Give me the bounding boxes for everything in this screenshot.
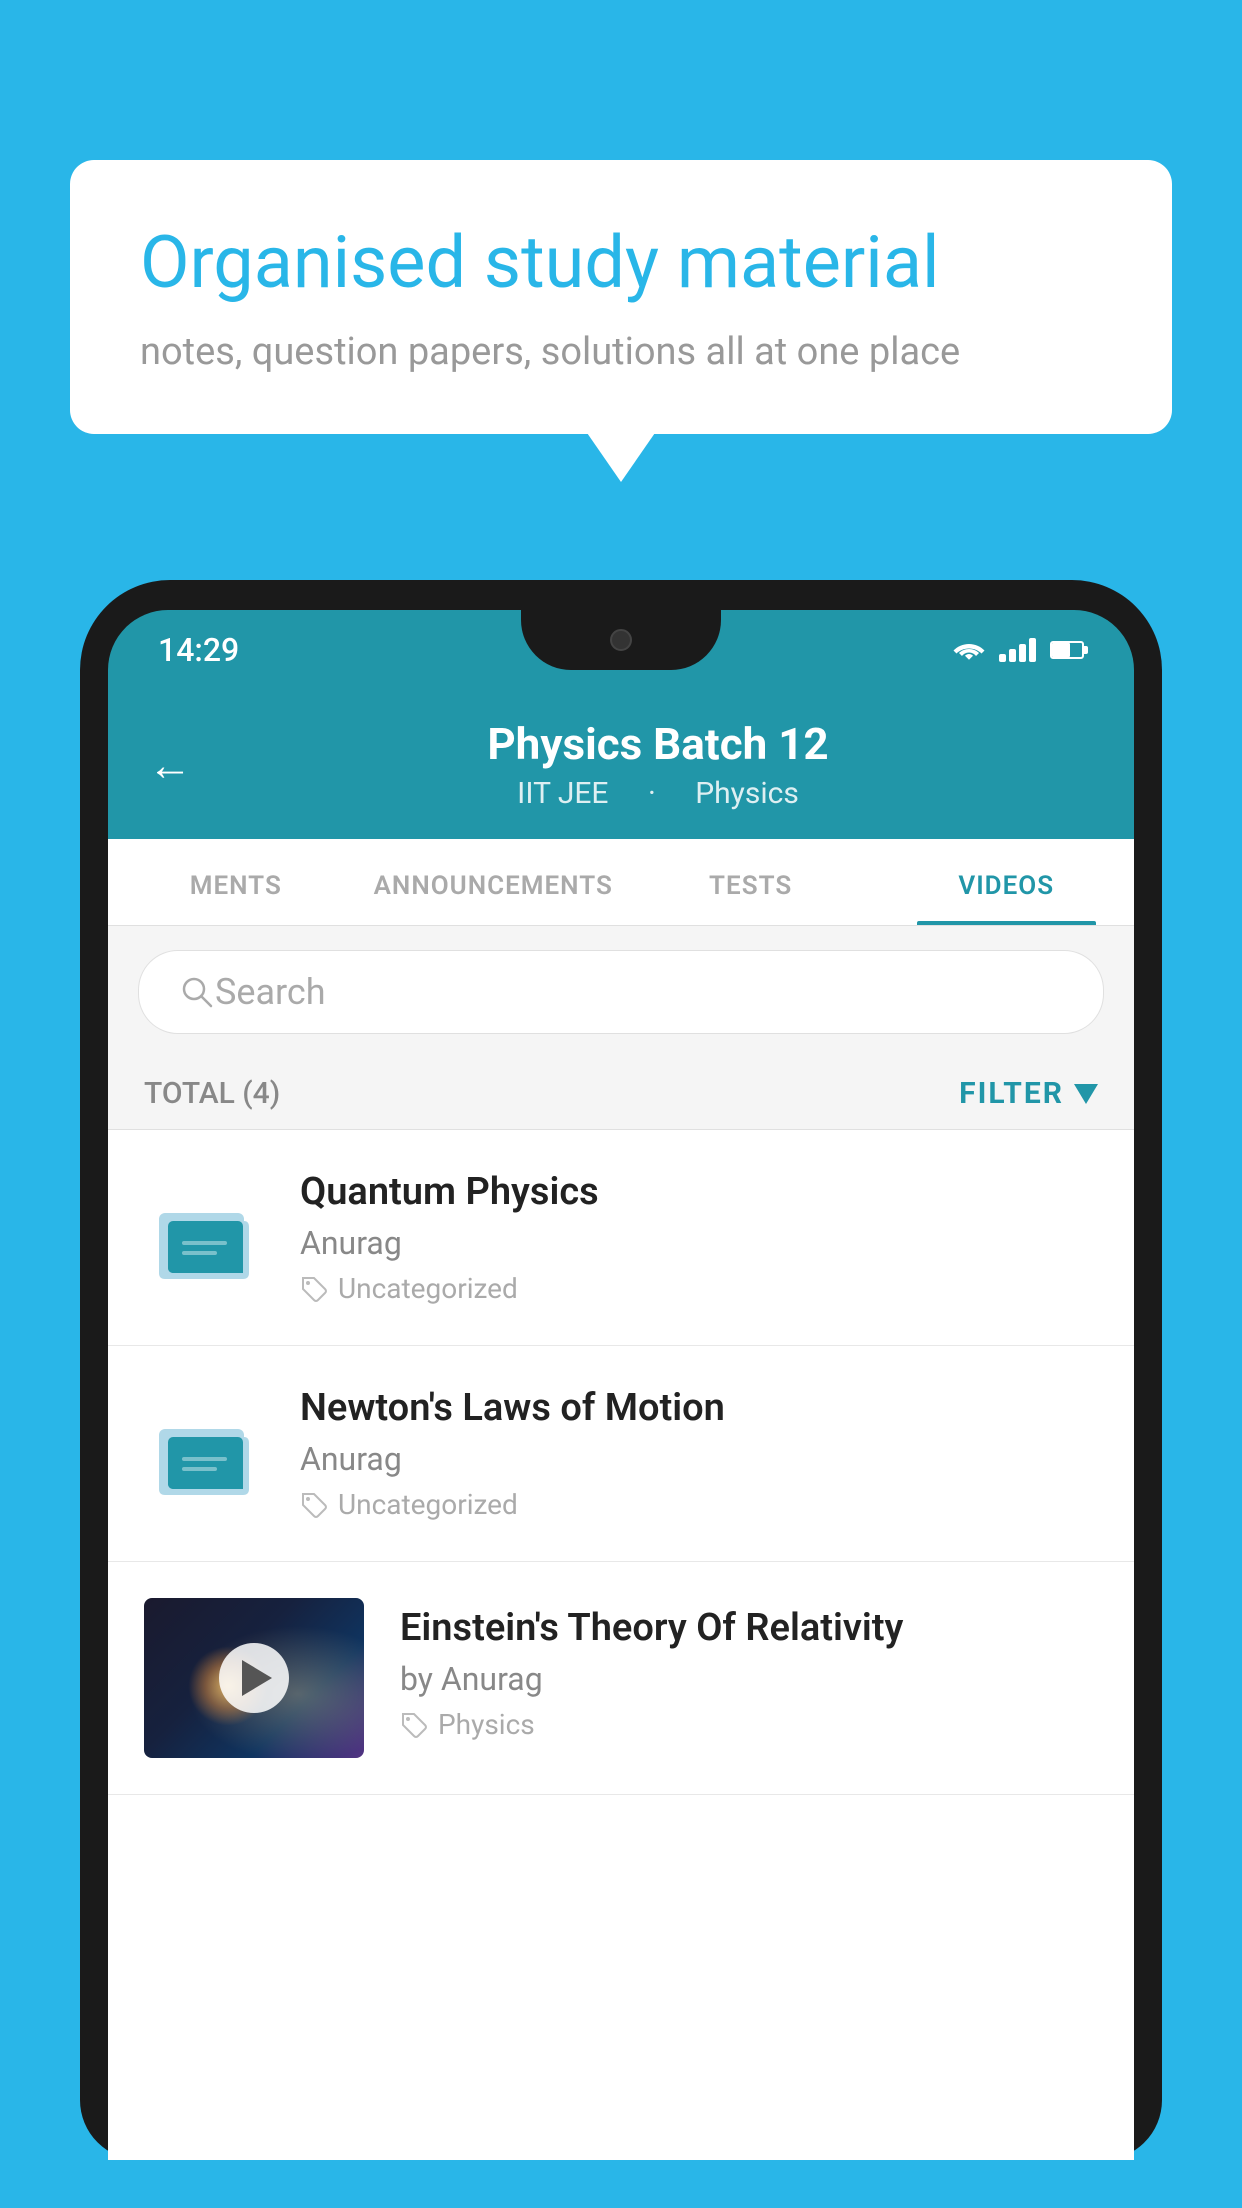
- tag-icon-einstein: [400, 1711, 428, 1739]
- filter-row: TOTAL (4) FILTER: [108, 1058, 1134, 1130]
- status-time: 14:29: [158, 631, 239, 669]
- search-placeholder: Search: [215, 971, 326, 1013]
- search-icon: [179, 974, 215, 1010]
- status-bar: 14:29: [108, 610, 1134, 690]
- einstein-thumbnail: [144, 1598, 364, 1758]
- einstein-author: by Anurag: [400, 1660, 1098, 1698]
- wifi-icon: [953, 638, 985, 662]
- video-info-einstein: Einstein's Theory Of Relativity by Anura…: [400, 1598, 1098, 1741]
- tab-ments[interactable]: MENTS: [108, 839, 364, 925]
- video-item-newton[interactable]: Newton's Laws of Motion Anurag Uncategor…: [108, 1346, 1134, 1562]
- app-header: ← Physics Batch 12 IIT JEE · Physics: [108, 690, 1134, 839]
- phone-outer: 14:29: [80, 580, 1162, 2160]
- back-button[interactable]: ←: [148, 739, 192, 791]
- app-screen: ← Physics Batch 12 IIT JEE · Physics MEN…: [108, 690, 1134, 2160]
- camera-dot: [610, 629, 632, 651]
- battery-icon: [1050, 641, 1084, 659]
- quantum-title: Quantum Physics: [300, 1170, 1098, 1214]
- filter-button[interactable]: FILTER: [959, 1076, 1098, 1111]
- folder-icon-quantum: [154, 1193, 254, 1283]
- status-icons: [953, 638, 1084, 662]
- video-thumb-newton: [144, 1409, 264, 1499]
- tag-icon-quantum: [300, 1275, 328, 1303]
- video-list: Quantum Physics Anurag Uncategorized: [108, 1130, 1134, 1795]
- play-button-einstein[interactable]: [219, 1643, 289, 1713]
- phone-wrapper: 14:29: [80, 580, 1162, 2208]
- signal-icon: [999, 638, 1036, 662]
- newton-author: Anurag: [300, 1440, 1098, 1478]
- quantum-author: Anurag: [300, 1224, 1098, 1262]
- video-info-newton: Newton's Laws of Motion Anurag Uncategor…: [300, 1386, 1098, 1521]
- speech-bubble-subtitle: notes, question papers, solutions all at…: [140, 330, 1102, 374]
- notch: [521, 610, 721, 670]
- tab-announcements[interactable]: ANNOUNCEMENTS: [364, 839, 623, 925]
- filter-triangle-icon: [1074, 1084, 1098, 1104]
- search-bar[interactable]: Search: [138, 950, 1104, 1034]
- tabs-bar: MENTS ANNOUNCEMENTS TESTS VIDEOS: [108, 839, 1134, 926]
- tab-tests[interactable]: TESTS: [623, 839, 879, 925]
- search-bar-container: Search: [108, 926, 1134, 1058]
- video-info-quantum: Quantum Physics Anurag Uncategorized: [300, 1170, 1098, 1305]
- batch-subtitle: IIT JEE · Physics: [222, 776, 1094, 811]
- subtitle-iitjee: IIT JEE: [517, 776, 608, 811]
- speech-bubble: Organised study material notes, question…: [70, 160, 1172, 434]
- subtitle-sep: ·: [648, 776, 663, 811]
- subtitle-physics: Physics: [695, 776, 799, 811]
- quantum-tag: Uncategorized: [300, 1272, 1098, 1305]
- total-count: TOTAL (4): [144, 1076, 280, 1111]
- video-item-einstein[interactable]: Einstein's Theory Of Relativity by Anura…: [108, 1562, 1134, 1795]
- newton-title: Newton's Laws of Motion: [300, 1386, 1098, 1430]
- video-item-quantum[interactable]: Quantum Physics Anurag Uncategorized: [108, 1130, 1134, 1346]
- play-triangle-icon: [242, 1660, 272, 1696]
- batch-title: Physics Batch 12: [222, 718, 1094, 770]
- newton-tag: Uncategorized: [300, 1488, 1098, 1521]
- einstein-tag: Physics: [400, 1708, 1098, 1741]
- video-thumb-quantum: [144, 1193, 264, 1283]
- tab-videos[interactable]: VIDEOS: [878, 839, 1134, 925]
- einstein-title: Einstein's Theory Of Relativity: [400, 1606, 1098, 1650]
- folder-icon-newton: [154, 1409, 254, 1499]
- speech-bubble-container: Organised study material notes, question…: [70, 160, 1172, 434]
- tag-icon-newton: [300, 1491, 328, 1519]
- speech-bubble-title: Organised study material: [140, 220, 1102, 306]
- header-title-area: Physics Batch 12 IIT JEE · Physics: [222, 718, 1094, 811]
